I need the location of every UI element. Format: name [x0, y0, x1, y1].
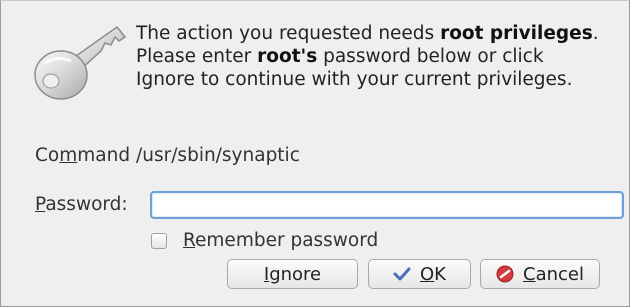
cancel-button[interactable]: Cancel	[480, 259, 600, 289]
remember-password-row[interactable]: Remember password	[151, 230, 378, 251]
remember-password-label[interactable]: Remember password	[183, 230, 378, 251]
message-bold-roots: root's	[257, 46, 318, 67]
password-label: Password:	[35, 194, 128, 215]
cancel-icon	[496, 265, 514, 283]
key-icon	[29, 17, 129, 109]
ok-button[interactable]: OK	[368, 259, 471, 289]
remember-password-checkbox[interactable]	[151, 232, 167, 249]
command-label: Command	[35, 145, 131, 166]
command-value: /usr/sbin/synaptic	[136, 145, 300, 166]
message-bold-root-privileges: root privileges	[440, 23, 593, 44]
command-line: Command /usr/sbin/synaptic	[35, 145, 300, 166]
message-text-1: The action you requested needs	[136, 23, 441, 44]
checkmark-icon	[393, 266, 411, 282]
auth-message: The action you requested needs root priv…	[136, 22, 606, 91]
authentication-dialog: The action you requested needs root priv…	[0, 0, 630, 307]
password-field[interactable]	[150, 191, 624, 219]
ignore-button[interactable]: Ignore	[227, 259, 358, 289]
